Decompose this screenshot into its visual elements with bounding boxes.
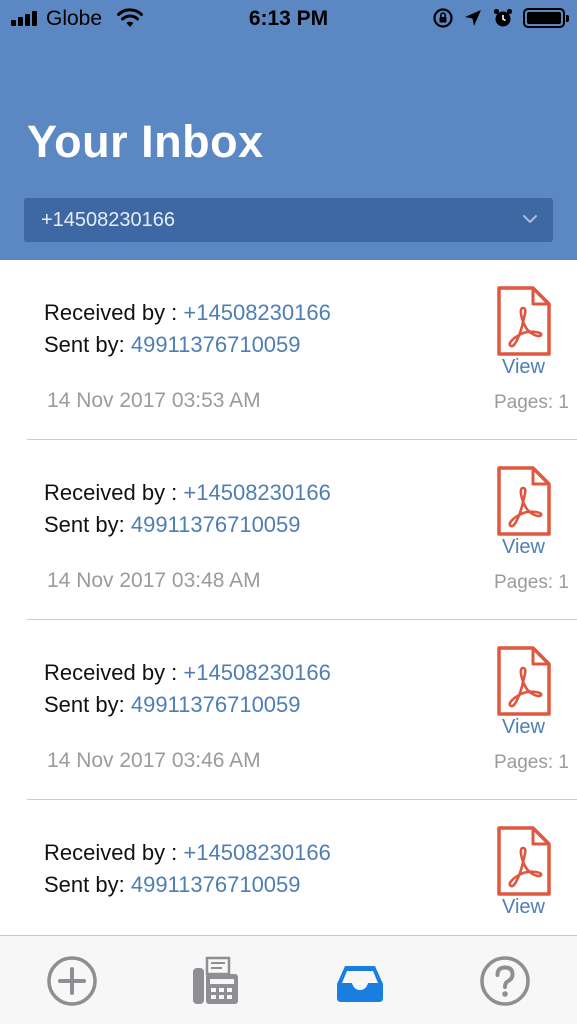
selected-number: +14508230166	[41, 209, 176, 231]
sent-by-line: Sent by: 49911376710059	[44, 332, 301, 358]
pdf-file-icon[interactable]	[497, 826, 551, 896]
view-link[interactable]: View	[502, 896, 545, 919]
battery-icon	[523, 8, 569, 28]
received-by-label: Received by :	[44, 480, 184, 505]
fax-date: 14 Nov 2017 03:48 AM	[47, 569, 261, 592]
sent-number: 49911376710059	[130, 332, 301, 357]
screen: Globe 6:13 PM Your Inbox +14508230166 Re…	[0, 0, 577, 1024]
fax-list-item[interactable]: Received by : +14508230166 Sent by: 4991…	[0, 440, 577, 620]
status-bar: Globe 6:13 PM	[0, 0, 577, 38]
received-by-label: Received by :	[44, 660, 184, 685]
rotation-lock-icon	[433, 8, 453, 28]
sent-by-label: Sent by:	[44, 512, 131, 537]
sent-by-line: Sent by: 49911376710059	[44, 872, 301, 898]
sent-by-label: Sent by:	[44, 692, 131, 717]
received-number: +14508230166	[183, 660, 331, 685]
fax-list-item[interactable]: Received by : +14508230166 Sent by: 4991…	[0, 800, 577, 935]
sent-by-line: Sent by: 49911376710059	[44, 512, 301, 538]
pdf-file-icon[interactable]	[497, 286, 551, 356]
received-by-line: Received by : +14508230166	[44, 840, 331, 866]
fax-machine-icon[interactable]	[189, 954, 243, 1008]
add-circle-icon[interactable]	[45, 954, 99, 1008]
received-by-line: Received by : +14508230166	[44, 300, 331, 326]
tab-bar	[0, 935, 577, 1024]
fax-list-item[interactable]: Received by : +14508230166 Sent by: 4991…	[0, 620, 577, 800]
view-link[interactable]: View	[502, 716, 545, 739]
page-count: Pages: 1	[494, 752, 569, 773]
page-count: Pages: 1	[494, 392, 569, 413]
sent-number: 49911376710059	[130, 512, 301, 537]
page-title: Your Inbox	[27, 116, 264, 167]
location-arrow-icon	[465, 10, 481, 26]
received-by-line: Received by : +14508230166	[44, 660, 331, 686]
received-number: +14508230166	[183, 840, 331, 865]
chevron-down-icon	[523, 215, 537, 223]
fax-list[interactable]: Received by : +14508230166 Sent by: 4991…	[0, 260, 577, 935]
sent-by-label: Sent by:	[44, 872, 131, 897]
view-link[interactable]: View	[502, 356, 545, 379]
received-by-label: Received by :	[44, 300, 184, 325]
received-by-label: Received by :	[44, 840, 184, 865]
inbox-tray-icon[interactable]	[333, 954, 387, 1008]
sent-by-line: Sent by: 49911376710059	[44, 692, 301, 718]
fax-list-item[interactable]: Received by : +14508230166 Sent by: 4991…	[0, 260, 577, 440]
pdf-file-icon[interactable]	[497, 646, 551, 716]
status-icons	[432, 6, 569, 30]
received-number: +14508230166	[183, 300, 331, 325]
sent-number: 49911376710059	[130, 872, 301, 897]
fax-date: 14 Nov 2017 03:53 AM	[47, 389, 261, 412]
number-select[interactable]: +14508230166	[24, 198, 553, 242]
header: Globe 6:13 PM Your Inbox +14508230166	[0, 0, 577, 260]
received-by-line: Received by : +14508230166	[44, 480, 331, 506]
received-number: +14508230166	[183, 480, 331, 505]
fax-date: 14 Nov 2017 03:46 AM	[47, 749, 261, 772]
pdf-file-icon[interactable]	[497, 466, 551, 536]
sent-number: 49911376710059	[130, 692, 301, 717]
view-link[interactable]: View	[502, 536, 545, 559]
alarm-clock-icon	[493, 8, 513, 27]
help-question-icon[interactable]	[478, 954, 532, 1008]
page-count: Pages: 1	[494, 572, 569, 593]
sent-by-label: Sent by:	[44, 332, 131, 357]
